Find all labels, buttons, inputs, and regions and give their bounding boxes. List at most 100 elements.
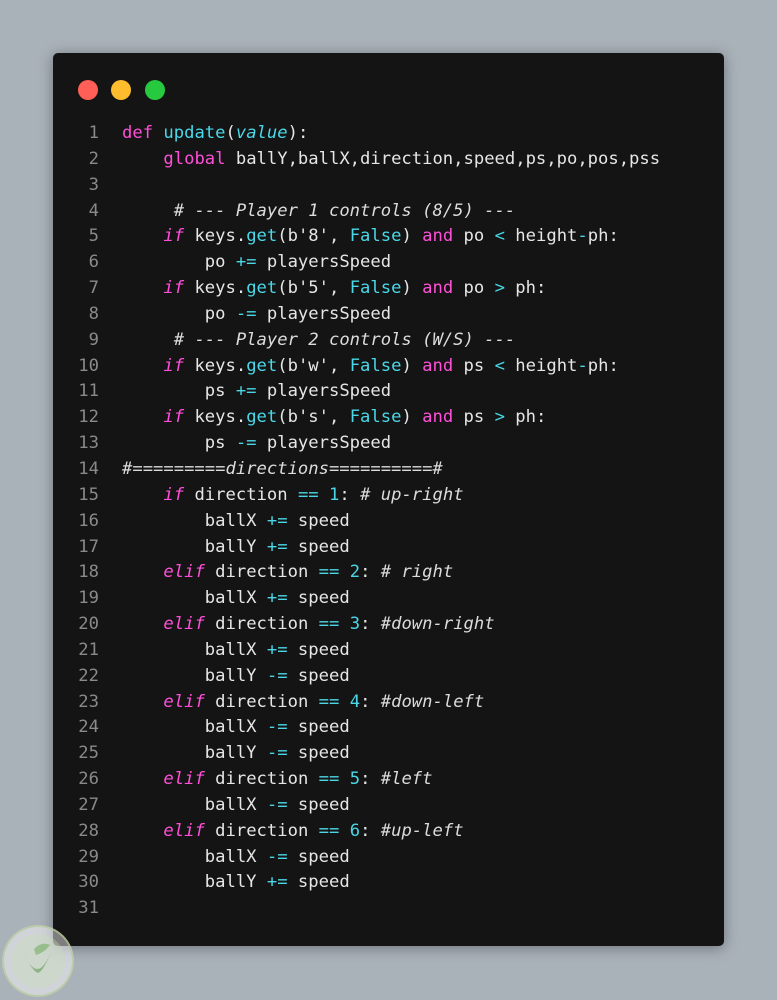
code-token: 4 (349, 691, 361, 712)
code-token: == (318, 614, 340, 635)
code-token: ph: (504, 278, 547, 299)
code-token: ) (401, 407, 423, 428)
code-token: (b's', (277, 407, 350, 428)
code-text: if keys.get(b's', False) and ps > ph: (122, 405, 546, 431)
code-token: -= (235, 433, 257, 454)
code-text: ballX += speed (122, 638, 350, 664)
line-number: 21 (78, 639, 99, 660)
code-token: == (318, 562, 340, 583)
code-token: == (318, 769, 340, 790)
code-token: : (360, 691, 381, 712)
code-token: False (349, 355, 402, 376)
watermark-logo (2, 925, 74, 997)
code-text: po -= playersSpeed (122, 302, 391, 328)
code-token: speed (287, 665, 350, 686)
code-token: ps (453, 355, 495, 376)
code-token: height (504, 355, 578, 376)
code-token: po (453, 226, 495, 247)
code-line: 1 def update(value): (53, 121, 724, 147)
line-number: 22 (78, 665, 99, 686)
code-token: 3 (349, 614, 361, 635)
code-text: ps += playersSpeed (122, 379, 391, 405)
code-token: : (360, 562, 381, 583)
code-token: if (163, 355, 185, 376)
code-token: and (422, 355, 454, 376)
code-token: direction (204, 820, 319, 841)
line-number: 25 (78, 743, 99, 764)
code-line: 7 if keys.get(b'5', False) and po > ph: (53, 276, 724, 302)
code-token: 6 (349, 820, 361, 841)
code-token: == (318, 691, 340, 712)
line-number: 16 (78, 510, 99, 531)
code-token: ): (287, 123, 309, 143)
code-token: ps (122, 433, 236, 454)
code-token: False (349, 407, 402, 428)
code-token: > (494, 407, 505, 428)
code-text: def update(value): (122, 121, 308, 147)
code-text: elif direction == 4: #down-left (122, 690, 484, 716)
code-token: get (246, 278, 278, 299)
line-number: 4 (88, 200, 99, 221)
code-line: 13 ps -= playersSpeed (53, 431, 724, 457)
code-line: 30 ballY += speed (53, 870, 724, 896)
code-token: ballY (122, 536, 267, 557)
line-number: 3 (88, 174, 99, 195)
code-line: 23 elif direction == 4: #down-left (53, 690, 724, 716)
code-line: 12 if keys.get(b's', False) and ps > ph: (53, 405, 724, 431)
code-line: 4 # --- Player 1 controls (8/5) --- (53, 199, 724, 225)
code-text: ballY += speed (122, 870, 350, 896)
line-number: 29 (78, 846, 99, 867)
code-text: ballX -= speed (122, 715, 350, 741)
code-text: ballX -= speed (122, 793, 350, 819)
code-token: ballX (122, 794, 267, 815)
code-token: update (163, 123, 226, 143)
line-number: 12 (78, 407, 99, 428)
code-token: speed (287, 510, 350, 531)
code-token: 5 (349, 769, 361, 790)
code-token: speed (287, 717, 350, 738)
code-token: ) (401, 355, 423, 376)
line-number: 2 (88, 148, 99, 169)
code-token: < (494, 226, 505, 247)
code-token: ps (122, 381, 236, 402)
code-line: 3 (53, 173, 724, 199)
code-text: #=========directions==========# (122, 457, 443, 483)
close-window-button[interactable] (78, 80, 98, 100)
line-number: 30 (78, 872, 99, 893)
code-text: elif direction == 2: # right (122, 560, 453, 586)
line-number: 28 (78, 820, 99, 841)
line-number: 27 (78, 794, 99, 815)
code-token: : (360, 769, 381, 790)
code-text: if keys.get(b'w', False) and ps < height… (122, 354, 618, 380)
code-window: 1 def update(value): 2 global ballY,ballX,… (53, 53, 724, 946)
minimize-window-button[interactable] (111, 80, 131, 100)
line-number: 6 (88, 252, 99, 273)
code-token: - (577, 226, 588, 247)
code-token: += (266, 639, 288, 660)
code-token: speed (287, 639, 350, 660)
maximize-window-button[interactable] (145, 80, 165, 100)
code-token: direction (204, 769, 319, 790)
code-token: ballY (122, 743, 267, 764)
code-token: > (494, 278, 505, 299)
code-line: 17 ballY += speed (53, 535, 724, 561)
code-token: and (422, 278, 454, 299)
code-line: 9 # --- Player 2 controls (W/S) --- (53, 328, 724, 354)
code-text: elif direction == 3: #down-right (122, 612, 494, 638)
code-line: 19 ballX += speed (53, 586, 724, 612)
code-token: -= (235, 303, 257, 324)
code-token: direction (204, 691, 319, 712)
code-token: keys. (184, 355, 247, 376)
code-token: po (453, 278, 495, 299)
code-token: if (163, 278, 185, 299)
